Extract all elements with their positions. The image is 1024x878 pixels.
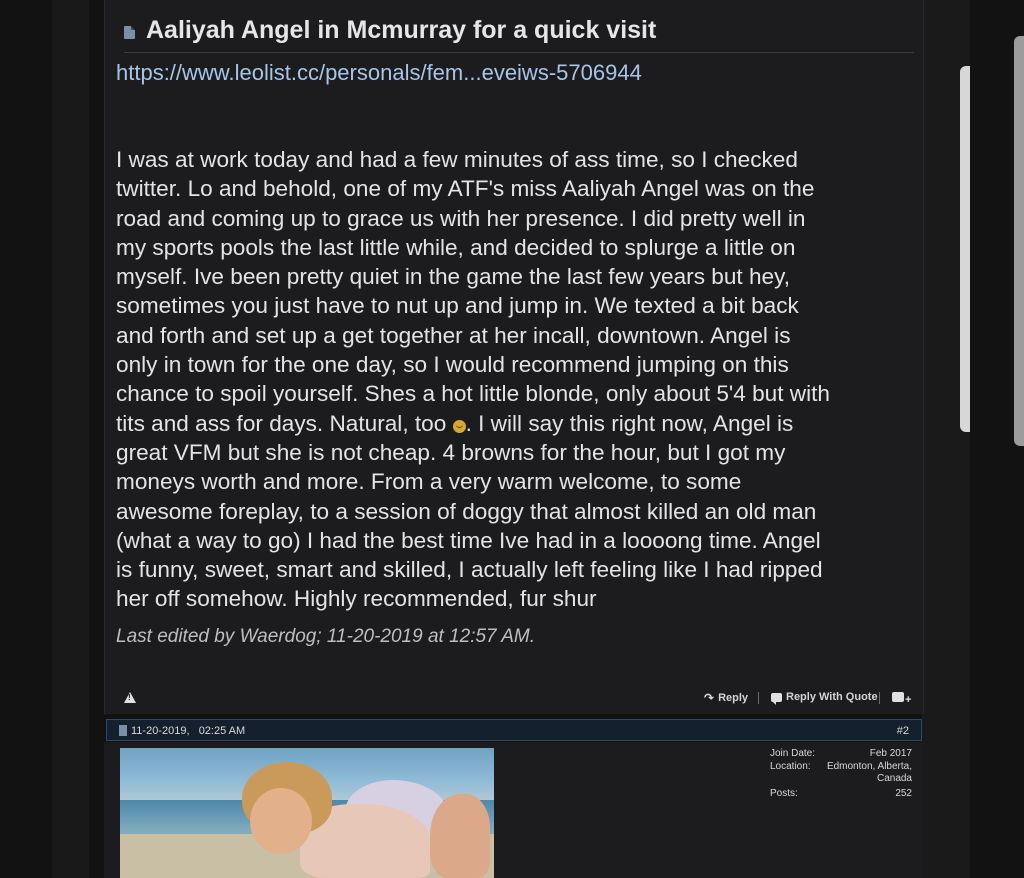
posts-label: Posts: [770, 787, 798, 799]
photo-figure [430, 794, 490, 878]
reply-with-quote-label: Reply With Quote [786, 691, 878, 703]
post-number[interactable]: #2 [897, 725, 909, 737]
thread-title: Aaliyah Angel in Mcmurray for a quick vi… [146, 16, 657, 44]
post-footer: ↷ Reply Reply With Quote + [104, 680, 922, 714]
post-time-value: 02:25 AM [198, 725, 246, 737]
post-body-part-1: I was at work today and had a few minute… [116, 147, 830, 436]
separator [879, 692, 880, 704]
post-date-value: 11-20-2019, [131, 725, 190, 737]
last-edited-note: Last edited by Waerdog; 11-20-2019 at 12… [116, 626, 535, 647]
screen-edge-handle[interactable] [1014, 36, 1024, 446]
reply-button[interactable]: ↷ Reply [704, 691, 748, 705]
reply-label: Reply [718, 692, 749, 704]
multiquote-icon[interactable] [892, 692, 904, 702]
post-photo[interactable] [120, 748, 494, 878]
join-date-row: Join Date: Feb 2017 [770, 748, 912, 761]
photo-figure [250, 788, 312, 854]
post-date: 11-20-2019, 02:25 AM [131, 725, 245, 737]
plus-icon: + [905, 694, 912, 706]
post-body-part-2: . I will say this right now, Angel is gr… [116, 410, 823, 612]
separator [758, 692, 759, 704]
reply-arrow-icon: ↷ [704, 691, 715, 705]
location-value: Edmonton, Alberta, Canada [826, 760, 912, 785]
post-body: I was at work today and had a few minute… [116, 145, 916, 614]
warning-icon[interactable] [124, 692, 136, 703]
post-link[interactable]: https://www.leolist.cc/personals/fem...e… [116, 60, 642, 86]
location-row: Location: Edmonton, Alberta, Canada [770, 761, 912, 786]
join-date-label: Join Date: [770, 748, 816, 759]
join-date-value: Feb 2017 [869, 748, 912, 759]
scrollbar[interactable] [960, 66, 970, 432]
quote-icon [771, 692, 782, 705]
left-margin [52, 0, 89, 878]
posts-row: Posts: 252 [770, 788, 912, 801]
reply-with-quote-button[interactable]: Reply With Quote [771, 691, 878, 705]
smiley-icon [452, 419, 466, 433]
post-header: 11-20-2019, 02:25 AM #2 [106, 719, 922, 741]
document-icon [124, 26, 135, 39]
posts-value: 252 [895, 787, 912, 799]
location-label: Location: [770, 760, 811, 772]
thread-title-row: Aaliyah Angel in Mcmurray for a quick vi… [124, 16, 914, 53]
document-icon [119, 725, 127, 736]
user-info: Join Date: Feb 2017 Location: Edmonton, … [770, 748, 912, 800]
